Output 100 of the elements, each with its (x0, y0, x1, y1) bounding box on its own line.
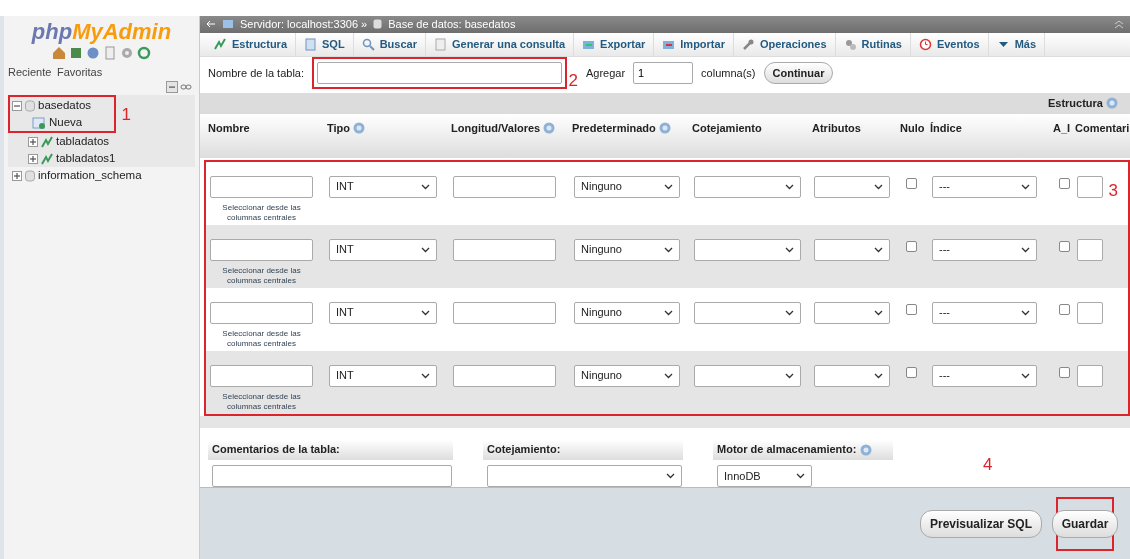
table-comments-field[interactable] (212, 465, 452, 487)
collation-select[interactable] (694, 238, 801, 261)
preview-sql-button[interactable]: Previsualizar SQL (919, 509, 1042, 538)
clock-icon (918, 37, 932, 51)
null-checkbox[interactable] (906, 366, 917, 378)
default-select[interactable]: Ninguno (574, 301, 680, 324)
sidebar-link[interactable]: Favoritas (56, 64, 103, 81)
chevron-icon (874, 309, 883, 316)
auto-increment-checkbox[interactable] (1059, 303, 1070, 315)
chevron-icon (874, 183, 883, 190)
default-select[interactable]: Ninguno (574, 364, 680, 387)
default-select[interactable]: Ninguno (574, 238, 680, 261)
save-button[interactable]: Guardar (1051, 509, 1119, 538)
column-header: Cotejamiento (692, 120, 762, 136)
home-icon[interactable] (52, 46, 66, 60)
column-name-field[interactable] (210, 364, 313, 387)
tab[interactable]: SQL (296, 32, 354, 56)
chevron-icon (874, 372, 883, 379)
column-count-field[interactable]: 1 (633, 61, 694, 84)
logo[interactable]: phpMyAdmin (8, 20, 195, 44)
chevron-icon (664, 309, 673, 316)
collation-select[interactable] (487, 465, 682, 487)
server-icon (222, 19, 234, 30)
index-select[interactable]: --- (932, 364, 1037, 387)
attributes-select[interactable] (814, 301, 890, 324)
index-select[interactable]: --- (932, 175, 1037, 198)
type-select[interactable]: INT (329, 301, 437, 324)
central-columns-link[interactable]: Seleccionar desde las columnas centrales (210, 202, 313, 223)
type-select[interactable]: INT (329, 238, 437, 261)
tab[interactable]: Importar (654, 32, 734, 56)
annotation-number: 2 (568, 71, 578, 89)
continue-button[interactable]: Continuar (763, 61, 834, 85)
null-checkbox[interactable] (906, 240, 917, 252)
expand-icon[interactable] (12, 170, 22, 181)
central-columns-link[interactable]: Seleccionar desde las columnas centrales (210, 391, 313, 412)
default-select[interactable]: Ninguno (574, 175, 680, 198)
breadcrumb-link[interactable]: Servidor: localhost:3306 » (240, 16, 368, 33)
attributes-select[interactable] (814, 175, 890, 198)
null-checkbox[interactable] (906, 177, 917, 189)
collapse-icon[interactable] (165, 80, 178, 93)
column-name-field[interactable] (210, 175, 313, 198)
table-name-field[interactable] (316, 61, 562, 84)
document-icon[interactable] (103, 46, 117, 60)
column-header: A_I (1053, 120, 1071, 136)
comment-field[interactable] (1077, 301, 1103, 324)
comment-field[interactable] (1077, 238, 1103, 261)
engine-select[interactable]: InnoDB (717, 465, 812, 487)
central-columns-link[interactable]: Seleccionar desde las columnas centrales (210, 265, 313, 286)
length-field[interactable] (453, 175, 556, 198)
new-table-link[interactable]: Nueva (49, 114, 83, 132)
tab[interactable]: Operaciones (733, 32, 836, 56)
central-columns-link[interactable]: Seleccionar desde las columnas centrales (210, 328, 313, 349)
tab[interactable]: Exportar (574, 32, 655, 56)
chevron-icon (666, 473, 675, 479)
column-name-field[interactable] (210, 301, 313, 324)
tab[interactable]: Generar una consulta (425, 32, 575, 56)
collation-select[interactable] (694, 364, 801, 387)
table-icon (41, 135, 53, 148)
table-item[interactable]: tabladatos1 (56, 150, 116, 168)
tab[interactable]: Más (988, 32, 1046, 56)
collation-select[interactable] (694, 175, 801, 198)
expand-icon[interactable] (28, 136, 38, 147)
column-name-field[interactable] (210, 238, 313, 261)
back-icon[interactable] (206, 19, 216, 30)
length-field[interactable] (453, 301, 556, 324)
type-select[interactable]: INT (329, 364, 437, 387)
auto-increment-checkbox[interactable] (1059, 240, 1070, 252)
database-item[interactable]: basedatos (38, 97, 92, 115)
type-select[interactable]: INT (329, 175, 437, 198)
index-select[interactable]: --- (932, 238, 1037, 261)
attributes-select[interactable] (814, 238, 890, 261)
collation-select[interactable] (694, 301, 801, 324)
null-checkbox[interactable] (906, 303, 917, 315)
expand-icon[interactable] (28, 153, 38, 164)
breadcrumb-link[interactable]: Base de datos: basedatos (388, 16, 516, 33)
chevron-icon (785, 246, 794, 253)
length-field[interactable] (453, 238, 556, 261)
annotation-number: 4 (983, 454, 993, 474)
comment-field[interactable] (1077, 175, 1103, 198)
tab[interactable]: Buscar (353, 32, 426, 56)
database-item[interactable]: information_schema (38, 167, 142, 185)
collapse-icon[interactable] (12, 100, 22, 111)
auto-increment-checkbox[interactable] (1059, 177, 1070, 189)
annotation-number: 3 (1108, 181, 1118, 199)
auto-increment-checkbox[interactable] (1059, 366, 1070, 378)
tab[interactable]: Eventos (910, 32, 989, 56)
section-label: Motor de almacenamiento: (717, 442, 857, 458)
sidebar-link[interactable]: Reciente (8, 64, 52, 81)
table-item[interactable]: tabladatos (56, 133, 110, 151)
tab[interactable]: Estructura (206, 32, 297, 56)
chevron-icon (664, 183, 673, 190)
column-header: Predeterminado (572, 120, 656, 136)
index-select[interactable]: --- (932, 301, 1037, 324)
chevron-icon (874, 246, 883, 253)
length-field[interactable] (453, 364, 556, 387)
tab[interactable]: Rutinas (835, 32, 911, 56)
attributes-select[interactable] (814, 364, 890, 387)
collapse-icon[interactable] (1114, 19, 1124, 30)
annotation-number: 1 (121, 105, 131, 123)
comment-field[interactable] (1077, 364, 1103, 387)
